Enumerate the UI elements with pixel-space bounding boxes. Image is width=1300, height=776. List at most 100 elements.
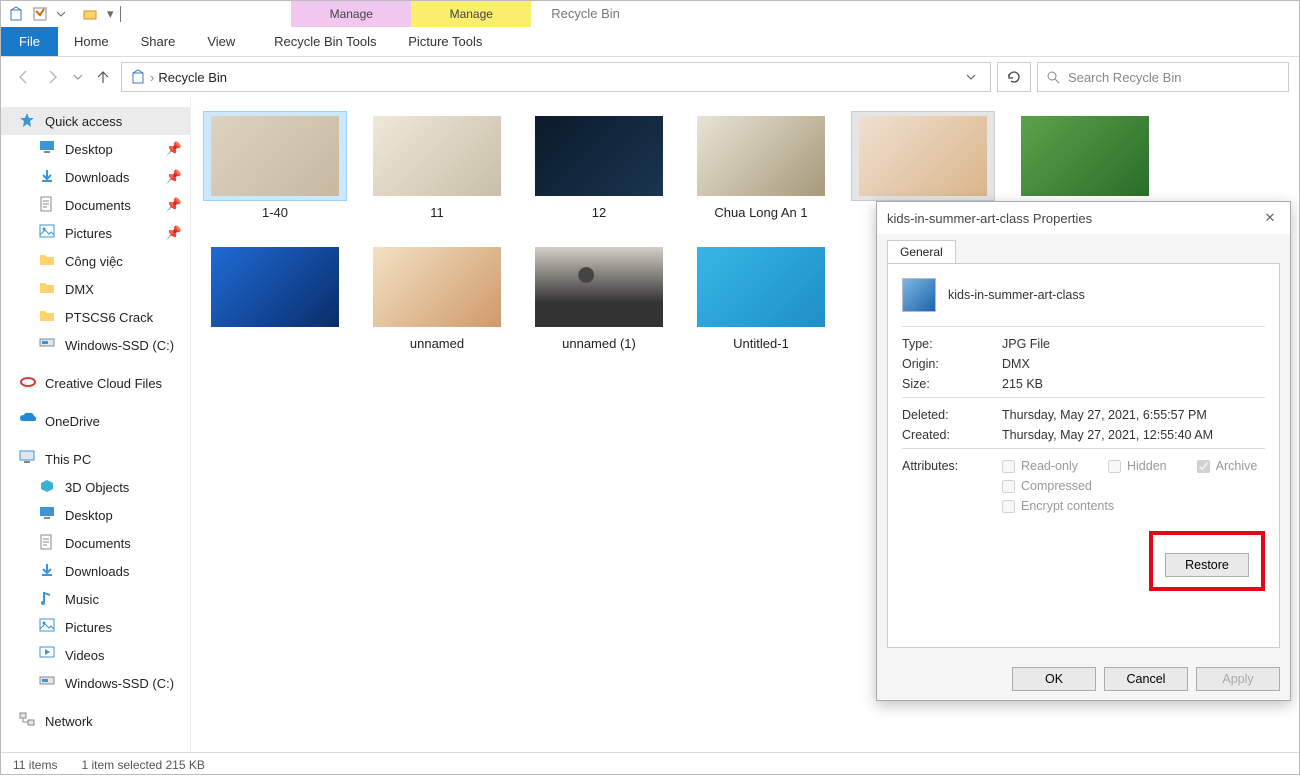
sidebar-creativecloud[interactable]: Creative Cloud Files [1,369,190,397]
address-bar[interactable]: › Recycle Bin [121,62,991,92]
documents-icon [39,196,57,214]
pin-icon: 📌 [166,225,182,241]
sidebar-music[interactable]: Music [1,585,190,613]
back-button[interactable] [11,65,35,89]
tab-picture-tools[interactable]: Picture Tools [385,27,505,56]
music-icon [39,590,57,608]
refresh-button[interactable] [997,62,1031,92]
attributes-group: Read-only Hidden Archive Compressed Encr… [1002,459,1262,513]
file-item[interactable]: unnamed (1) [527,242,671,351]
network-icon [19,712,37,730]
drive-icon [39,674,57,692]
file-item[interactable]: Untitled-1 [689,242,833,351]
thispc-icon [19,450,37,468]
sidebar-ptscs6[interactable]: PTSCS6 Crack [1,303,190,331]
sidebar-quick-access[interactable]: Quick access [1,107,190,135]
status-item-count: 11 items [13,758,57,772]
apply-button[interactable]: Apply [1196,667,1280,691]
properties-filename: kids-in-summer-art-class [948,288,1085,302]
sidebar-congviec[interactable]: Công việc [1,247,190,275]
tab-file[interactable]: File [1,27,58,56]
navigation-pane: Quick access Desktop📌 Downloads📌 Documen… [1,97,191,752]
thumbnail [697,247,825,327]
status-selection: 1 item selected 215 KB [81,758,204,772]
file-item[interactable]: 12 [527,111,671,220]
attr-encrypt: Encrypt contents [1002,499,1262,513]
sidebar-dmx[interactable]: DMX [1,275,190,303]
sidebar-3dobjects[interactable]: 3D Objects [1,473,190,501]
file-item[interactable]: 1-40 [203,111,347,220]
attr-readonly: Read-only [1002,459,1078,473]
attr-archive: Archive [1197,459,1258,473]
search-box[interactable]: Search Recycle Bin [1037,62,1289,92]
thumbnail [697,116,825,196]
documents-icon [39,534,57,552]
breadcrumb-location[interactable]: Recycle Bin [154,70,231,85]
up-button[interactable] [91,65,115,89]
sidebar-pictures[interactable]: Pictures📌 [1,219,190,247]
sidebar-winssd2[interactable]: Windows-SSD (C:) [1,669,190,697]
pin-icon: 📌 [166,169,182,185]
close-button[interactable]: ✕ [1260,210,1280,226]
sidebar-downloads[interactable]: Downloads📌 [1,163,190,191]
sidebar-pictures2[interactable]: Pictures [1,613,190,641]
properties-tabpage: kids-in-summer-art-class Type:JPG File O… [887,263,1280,648]
file-item[interactable]: Chua Long An 1 [689,111,833,220]
download-icon [39,562,57,580]
attr-hidden: Hidden [1108,459,1167,473]
sidebar-documents[interactable]: Documents📌 [1,191,190,219]
thumbnail [211,247,339,327]
pictures-icon [39,224,57,242]
sidebar-downloads2[interactable]: Downloads [1,557,190,585]
breadcrumb-icon [126,69,150,85]
properties-icon[interactable] [31,5,49,23]
restore-button[interactable]: Restore [1165,553,1249,577]
tab-general[interactable]: General [887,240,956,263]
sidebar-documents2[interactable]: Documents [1,529,190,557]
tab-recyclebin-tools[interactable]: Recycle Bin Tools [265,27,385,56]
qat-dropdown-icon[interactable] [57,10,65,18]
thumbnail [373,116,501,196]
contextual-tab-recyclebin: Manage [291,1,411,27]
videos-icon [39,646,57,664]
onedrive-icon [19,412,37,430]
sidebar-network[interactable]: Network [1,707,190,735]
file-list[interactable]: 1-40 11 12 Chua Long An 1 kid unnamed un… [191,97,1299,752]
navigation-bar: › Recycle Bin Search Recycle Bin [1,57,1299,97]
tab-home[interactable]: Home [58,27,125,56]
thumbnail [535,116,663,196]
file-item[interactable]: 11 [365,111,509,220]
thumbnail [859,116,987,196]
thumbnail [535,247,663,327]
sidebar-onedrive[interactable]: OneDrive [1,407,190,435]
dialog-titlebar[interactable]: kids-in-summer-art-class Properties ✕ [877,202,1290,234]
cancel-button[interactable]: Cancel [1104,667,1188,691]
tab-share[interactable]: Share [125,27,192,56]
drive-icon [39,336,57,354]
dialog-title: kids-in-summer-art-class Properties [887,211,1092,226]
attr-compressed: Compressed [1002,479,1262,493]
forward-button[interactable] [41,65,65,89]
window-title: Recycle Bin [531,1,620,27]
recent-dropdown[interactable] [71,65,85,89]
file-type-icon [902,278,936,312]
file-item[interactable]: unnamed [365,242,509,351]
ok-button[interactable]: OK [1012,667,1096,691]
search-placeholder: Search Recycle Bin [1068,70,1181,85]
folder-icon [39,308,57,326]
address-dropdown[interactable] [960,66,982,88]
sidebar-videos[interactable]: Videos [1,641,190,669]
download-icon [39,168,57,186]
creativecloud-icon [19,374,37,392]
sidebar-winssd[interactable]: Windows-SSD (C:) [1,331,190,359]
sidebar-thispc[interactable]: This PC [1,445,190,473]
sidebar-desktop[interactable]: Desktop📌 [1,135,190,163]
quick-access-toolbar: ▾ │ [1,1,131,27]
thumbnail [211,116,339,196]
file-item[interactable] [203,242,347,351]
pin-icon: 📌 [166,197,182,213]
3d-icon [39,478,57,496]
pictures-icon [39,618,57,636]
sidebar-desktop2[interactable]: Desktop [1,501,190,529]
tab-view[interactable]: View [191,27,251,56]
